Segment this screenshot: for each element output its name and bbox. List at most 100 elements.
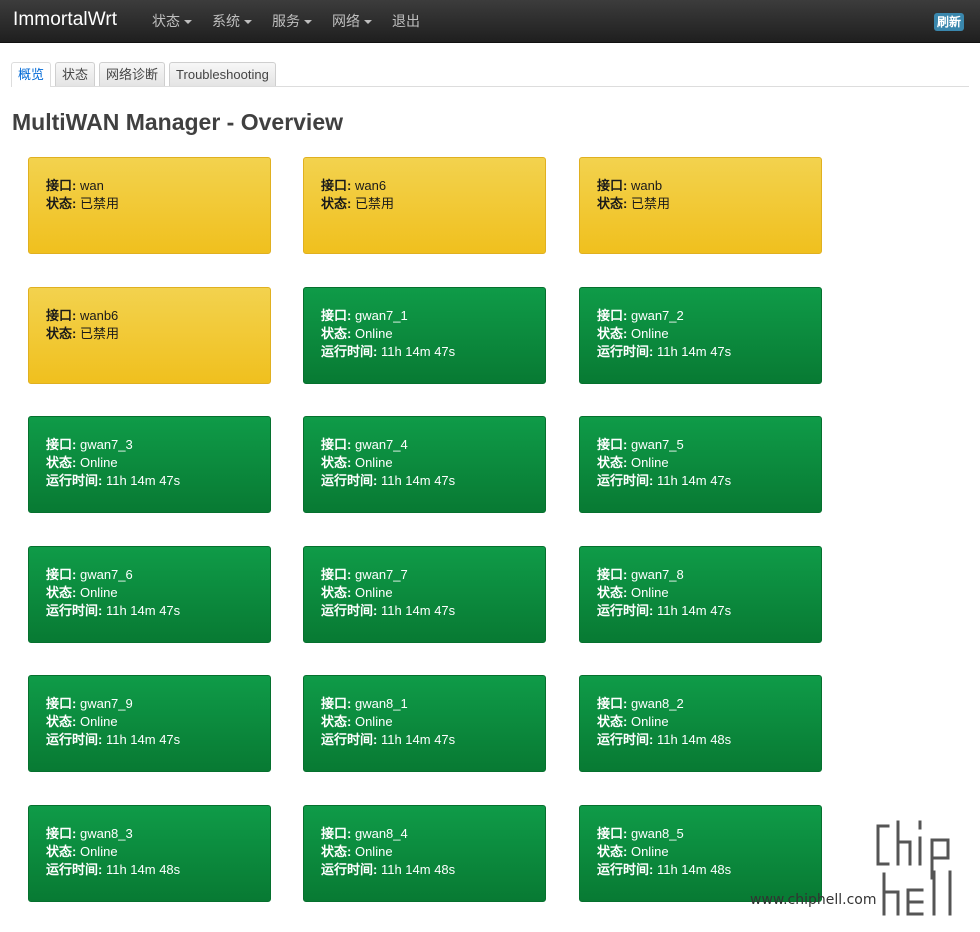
interface-name-label: 接口: [321, 567, 352, 582]
menu-network[interactable]: 网络 [332, 0, 372, 43]
tab-status[interactable]: 状态 [55, 62, 96, 86]
interface-status-value: Online [79, 455, 118, 470]
interface-uptime-value: 11h 14m 47s [380, 732, 456, 747]
interface-name: 接口: wan6 [321, 177, 528, 195]
interface-card: 接口: wan6 状态: 已禁用 [303, 157, 546, 254]
interface-uptime-value: 11h 14m 47s [105, 603, 181, 618]
interface-name-value: gwan8_1 [354, 696, 408, 711]
menu-system[interactable]: 系统 [212, 0, 252, 43]
interface-name-value: gwan8_4 [354, 826, 408, 841]
interface-status: 状态: Online [321, 584, 528, 602]
interface-uptime: 运行时间: 11h 14m 47s [321, 731, 528, 749]
interface-status-value: Online [354, 585, 393, 600]
interface-uptime-value: 11h 14m 48s [105, 862, 181, 877]
interface-name-value: gwan8_5 [630, 826, 684, 841]
interface-status-value: 已禁用 [354, 196, 394, 211]
interface-name-label: 接口: [597, 308, 628, 323]
tab-overview[interactable]: 概览 [11, 62, 52, 87]
interface-uptime-value: 11h 14m 48s [656, 732, 732, 747]
interface-name-label: 接口: [46, 696, 77, 711]
brand-logo[interactable]: ImmortalWrt [13, 9, 117, 31]
interface-status: 状态: 已禁用 [46, 195, 253, 213]
interface-uptime-value: 11h 14m 47s [380, 473, 456, 488]
interface-status: 状态: Online [46, 454, 253, 472]
interface-name-label: 接口: [46, 567, 77, 582]
interface-name: 接口: wan [46, 177, 253, 195]
interface-status: 状态: Online [597, 325, 804, 343]
interface-status-value: Online [79, 714, 118, 729]
interface-status-label: 状态: [321, 326, 352, 341]
interface-card: 接口: gwan7_7 状态: Online 运行时间: 11h 14m 47s [303, 546, 546, 643]
interface-name-label: 接口: [46, 178, 77, 193]
interface-name-label: 接口: [46, 826, 77, 841]
interface-uptime: 运行时间: 11h 14m 47s [46, 472, 253, 490]
interface-card: 接口: gwan8_2 状态: Online 运行时间: 11h 14m 48s [579, 675, 822, 772]
main-menu: 状态 系统 服务 网络 退出 [152, 0, 440, 43]
interface-name: 接口: wanb [597, 177, 804, 195]
interface-card: 接口: wanb 状态: 已禁用 [579, 157, 822, 254]
top-navbar: ImmortalWrt 状态 系统 服务 网络 退出 刷新 [0, 0, 980, 43]
refresh-button[interactable]: 刷新 [933, 13, 964, 31]
interface-uptime: 运行时间: 11h 14m 48s [321, 861, 528, 879]
interface-name-label: 接口: [46, 437, 77, 452]
interface-name-label: 接口: [321, 178, 352, 193]
interface-uptime-value: 11h 14m 48s [380, 862, 456, 877]
interface-name-value: wan6 [354, 178, 387, 193]
interface-uptime: 运行时间: 11h 14m 47s [46, 731, 253, 749]
interface-status-label: 状态: [46, 714, 77, 729]
tab-diagnostics[interactable]: 网络诊断 [99, 62, 166, 86]
watermark-url: www.chiphell.com [750, 892, 877, 908]
watermark: www.chiphell.com [750, 818, 966, 918]
interface-status-label: 状态: [597, 455, 628, 470]
interface-uptime-label: 运行时间: [46, 473, 103, 488]
interface-status: 状态: 已禁用 [46, 325, 253, 343]
interface-name: 接口: gwan7_9 [46, 695, 253, 713]
interface-name-value: gwan8_3 [79, 826, 133, 841]
interface-uptime-label: 运行时间: [597, 603, 654, 618]
interface-status-label: 状态: [46, 585, 77, 600]
interface-name: 接口: gwan7_1 [321, 307, 528, 325]
tab-bar: 概览 状态 网络诊断 Troubleshooting [11, 62, 969, 87]
chevron-down-icon [364, 20, 372, 25]
interface-name: 接口: gwan7_2 [597, 307, 804, 325]
interface-card: 接口: gwan7_9 状态: Online 运行时间: 11h 14m 47s [28, 675, 271, 772]
interface-name: 接口: gwan7_4 [321, 436, 528, 454]
interface-card: 接口: gwan8_3 状态: Online 运行时间: 11h 14m 48s [28, 805, 271, 902]
interface-card: 接口: gwan7_2 状态: Online 运行时间: 11h 14m 47s [579, 287, 822, 384]
interface-name: 接口: wanb6 [46, 307, 253, 325]
interface-status-value: 已禁用 [79, 326, 119, 341]
interface-name-label: 接口: [46, 308, 77, 323]
interface-uptime-label: 运行时间: [321, 603, 378, 618]
interface-name-label: 接口: [597, 437, 628, 452]
interface-card: 接口: wanb6 状态: 已禁用 [28, 287, 271, 384]
interface-name: 接口: gwan7_6 [46, 566, 253, 584]
interface-uptime-value: 11h 14m 47s [105, 473, 181, 488]
interface-uptime-label: 运行时间: [46, 603, 103, 618]
tab-troubleshooting[interactable]: Troubleshooting [169, 62, 276, 86]
interface-status-label: 状态: [46, 196, 77, 211]
interface-name-value: gwan8_2 [630, 696, 684, 711]
interface-status: 状态: Online [597, 584, 804, 602]
interface-status-label: 状态: [597, 196, 628, 211]
interface-uptime-value: 11h 14m 47s [105, 732, 181, 747]
interface-status-value: Online [630, 585, 669, 600]
interface-name-value: gwan7_9 [79, 696, 133, 711]
interface-status-label: 状态: [321, 585, 352, 600]
menu-logout[interactable]: 退出 [392, 0, 420, 43]
interface-status: 状态: Online [46, 843, 253, 861]
interface-status-value: Online [354, 844, 393, 859]
interface-card: 接口: gwan7_5 状态: Online 运行时间: 11h 14m 47s [579, 416, 822, 513]
page-title: MultiWAN Manager - Overview [12, 109, 344, 135]
interface-name-label: 接口: [321, 437, 352, 452]
menu-services[interactable]: 服务 [272, 0, 312, 43]
interface-uptime-label: 运行时间: [597, 344, 654, 359]
menu-status[interactable]: 状态 [152, 0, 192, 43]
interface-status-label: 状态: [597, 585, 628, 600]
interface-status: 状态: Online [321, 843, 528, 861]
interface-uptime: 运行时间: 11h 14m 47s [321, 343, 528, 361]
chevron-down-icon [184, 20, 192, 25]
interface-status-label: 状态: [597, 714, 628, 729]
interface-name-label: 接口: [597, 567, 628, 582]
interface-uptime-value: 11h 14m 47s [656, 473, 732, 488]
chevron-down-icon [244, 20, 252, 25]
